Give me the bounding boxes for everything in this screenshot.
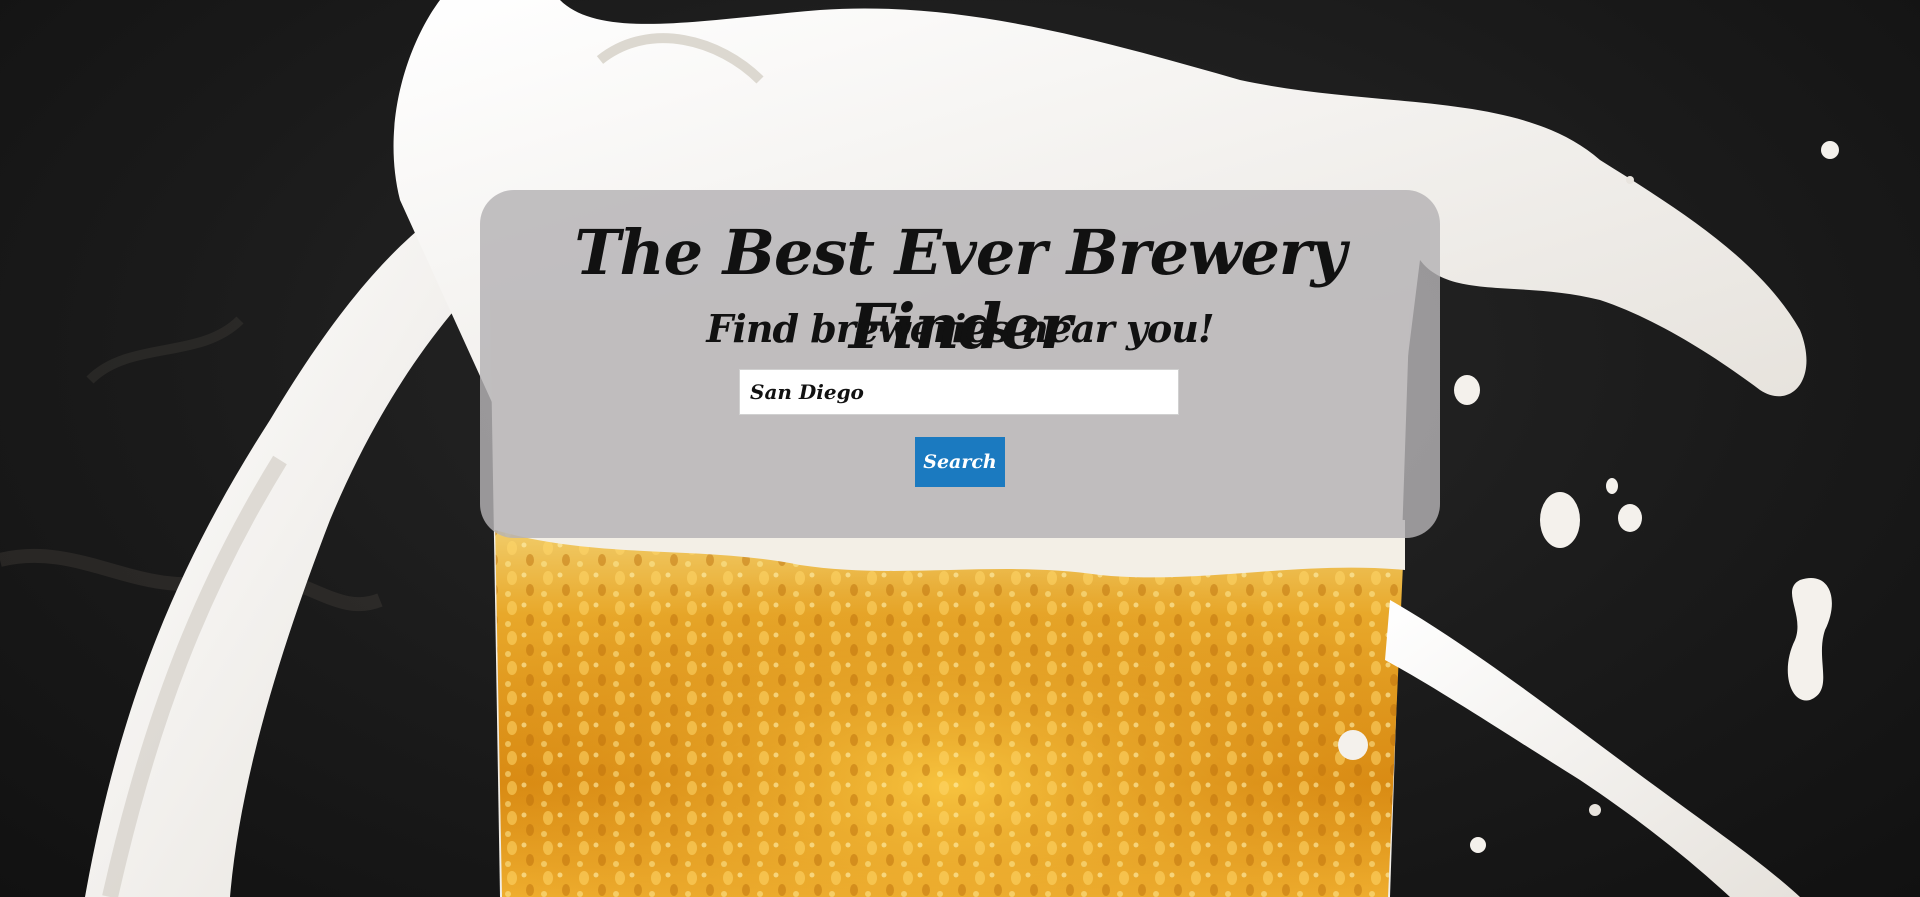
search-button[interactable]: Search	[915, 437, 1005, 487]
page: The Best Ever Brewery Finder Find brewer…	[0, 0, 1920, 897]
page-subtitle: Find breweries near you!	[706, 306, 1214, 351]
search-input[interactable]	[739, 369, 1179, 415]
search-card: The Best Ever Brewery Finder Find brewer…	[480, 190, 1440, 538]
